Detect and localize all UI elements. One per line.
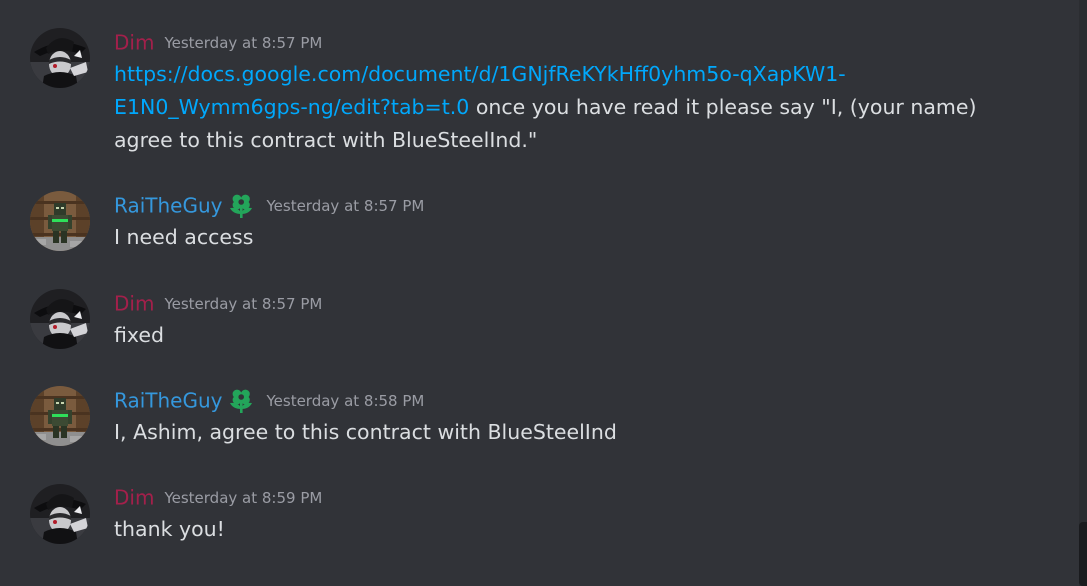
timestamp[interactable]: Yesterday at 8:57 PM (164, 295, 322, 313)
message-4: RaiTheGuy Yesterday at 8:58 PM I, Ashim, … (0, 366, 1070, 464)
google-docs-link[interactable]: https://docs.google.com/document/d/1GNjf… (114, 62, 846, 86)
message-text: once you have read it please say "I, (yo… (469, 95, 977, 119)
message-content: I, Ashim, agree to this contract with Bl… (114, 416, 617, 449)
avatar-rai-icon[interactable] (30, 191, 90, 251)
message-content: https://docs.google.com/document/d/1GNjf… (114, 58, 977, 157)
username-dim[interactable]: Dim (114, 292, 154, 316)
flower-badge-icon[interactable] (226, 387, 256, 415)
timestamp[interactable]: Yesterday at 8:57 PM (266, 197, 424, 215)
message-content: I need access (114, 221, 253, 254)
message-content: fixed (114, 319, 164, 352)
message-2: RaiTheGuy Yesterday at 8:57 PM I need acc… (0, 170, 1070, 270)
timestamp[interactable]: Yesterday at 8:58 PM (266, 392, 424, 410)
avatar-rai-icon[interactable] (30, 386, 90, 446)
message-text: I, Ashim, agree to this contract with Bl… (114, 420, 617, 444)
message-text: fixed (114, 323, 165, 347)
username-raitheguy[interactable]: RaiTheGuy (114, 194, 222, 218)
message-text: I need access (114, 225, 254, 249)
message-header: Dim Yesterday at 8:57 PM (114, 27, 322, 57)
message-3: Dim Yesterday at 8:57 PM fixed (0, 270, 1070, 366)
message-header: RaiTheGuy Yesterday at 8:57 PM (114, 190, 424, 220)
message-header: Dim Yesterday at 8:57 PM (114, 288, 322, 318)
username-dim[interactable]: Dim (114, 31, 154, 55)
message-5: Dim Yesterday at 8:59 PM thank you! (0, 464, 1070, 586)
message-text: thank you! (114, 517, 225, 541)
message-header: Dim Yesterday at 8:59 PM (114, 482, 322, 512)
scrollbar-thumb[interactable] (1079, 522, 1087, 586)
avatar-dim-icon[interactable] (30, 484, 90, 544)
message-text-line: agree to this contract with BlueSteelInd… (114, 128, 538, 152)
message-header: RaiTheGuy Yesterday at 8:58 PM (114, 385, 424, 415)
username-raitheguy[interactable]: RaiTheGuy (114, 389, 222, 413)
scrollbar-track[interactable] (1079, 0, 1087, 586)
username-dim[interactable]: Dim (114, 486, 154, 510)
timestamp[interactable]: Yesterday at 8:57 PM (164, 34, 322, 52)
avatar-dim-icon[interactable] (30, 28, 90, 88)
avatar-dim-icon[interactable] (30, 289, 90, 349)
flower-badge-icon[interactable] (226, 192, 256, 220)
timestamp[interactable]: Yesterday at 8:59 PM (164, 489, 322, 507)
message-content: thank you! (114, 513, 225, 546)
google-docs-link-continued[interactable]: E1N0_Wymm6gps-ng/edit?tab=t.0 (114, 95, 469, 119)
message-1: Dim Yesterday at 8:57 PM https://docs.goo… (0, 0, 1070, 170)
